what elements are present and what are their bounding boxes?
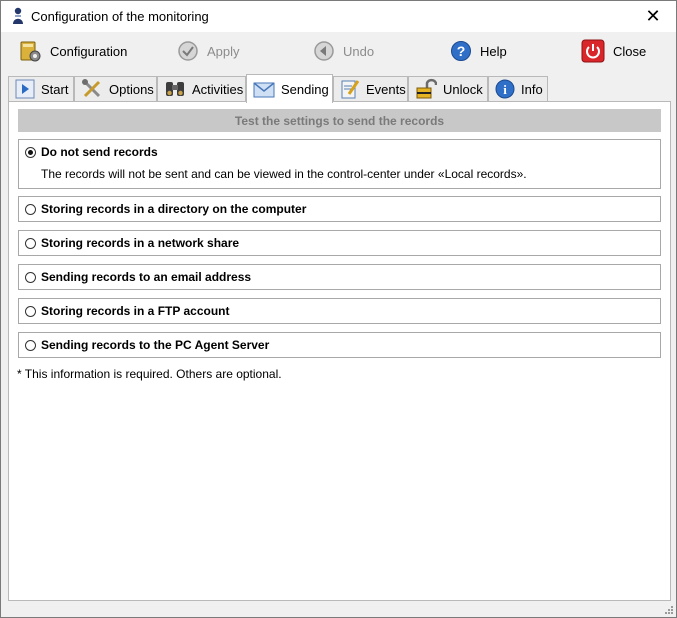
configuration-label: Configuration — [50, 43, 128, 59]
sending-panel: Test the settings to send the records Do… — [8, 101, 671, 601]
option-label: Sending records to an email address — [41, 270, 252, 284]
option-label: Storing records in a FTP account — [41, 304, 230, 318]
toolbar: Configuration Apply Undo ? Help Close — [1, 32, 676, 72]
tab-unlock-label: Unlock — [443, 81, 483, 97]
info-icon: i — [495, 79, 515, 99]
tab-start-label: Start — [41, 81, 69, 97]
radio-pc-agent-server[interactable] — [25, 340, 36, 351]
configuration-icon — [20, 41, 41, 62]
option-description: The records will not be sent and can be … — [41, 167, 527, 181]
help-icon: ? — [451, 41, 471, 61]
tab-info[interactable]: i Info — [488, 76, 548, 101]
option-label: Storing records in a directory on the co… — [41, 202, 307, 216]
close-label: Close — [613, 43, 647, 59]
option-label: Do not send records — [41, 145, 158, 159]
tab-options[interactable]: Options — [74, 76, 157, 101]
radio-ftp[interactable] — [25, 306, 36, 317]
help-button[interactable]: ? Help — [450, 37, 507, 65]
tab-start[interactable]: Start — [8, 76, 74, 101]
radio-email[interactable] — [25, 272, 36, 283]
agent-app-icon — [13, 7, 23, 24]
required-note: * This information is required. Others a… — [17, 367, 282, 381]
help-label: Help — [480, 43, 507, 59]
tab-sending[interactable]: Sending — [246, 74, 333, 103]
option-pc-agent-server[interactable]: Sending records to the PC Agent Server — [18, 332, 661, 358]
tab-unlock[interactable]: Unlock — [408, 76, 488, 101]
tab-events-label: Events — [366, 81, 406, 97]
option-network-share[interactable]: Storing records in a network share — [18, 230, 661, 256]
apply-button[interactable]: Apply — [177, 37, 240, 65]
window-title: Configuration of the monitoring — [31, 9, 209, 24]
option-email[interactable]: Sending records to an email address — [18, 264, 661, 290]
window-close-button[interactable]: ✕ — [630, 1, 676, 32]
option-store-directory[interactable]: Storing records in a directory on the co… — [18, 196, 661, 222]
svg-text:i: i — [503, 82, 507, 97]
tools-icon — [82, 79, 101, 98]
radio-store-directory[interactable] — [25, 204, 36, 215]
power-icon — [581, 39, 605, 63]
close-button[interactable]: Close — [581, 37, 646, 65]
option-ftp[interactable]: Storing records in a FTP account — [18, 298, 661, 324]
tab-strip: Start Options Activities Sending Events … — [8, 74, 676, 103]
option-label: Sending records to the PC Agent Server — [41, 338, 270, 352]
option-label: Storing records in a network share — [41, 236, 240, 250]
tab-options-label: Options — [109, 81, 154, 97]
tab-events[interactable]: Events — [333, 76, 408, 101]
configuration-button[interactable]: Configuration — [18, 37, 127, 65]
svg-text:?: ? — [457, 43, 466, 59]
padlock-icon — [416, 78, 437, 99]
test-settings-button[interactable]: Test the settings to send the records — [18, 109, 661, 132]
resize-grip-icon[interactable] — [664, 605, 674, 615]
tab-activities-label: Activities — [192, 81, 244, 97]
notepad-icon — [341, 80, 360, 99]
undo-label: Undo — [343, 43, 375, 59]
tab-info-label: Info — [521, 81, 543, 97]
radio-do-not-send[interactable] — [25, 147, 36, 158]
configuration-window: Configuration of the monitoring ✕ Config… — [0, 0, 677, 618]
title-bar: Configuration of the monitoring ✕ — [1, 1, 676, 32]
apply-icon — [178, 41, 198, 61]
tab-activities[interactable]: Activities — [157, 76, 246, 101]
option-do-not-send[interactable]: Do not send records The records will not… — [18, 139, 661, 189]
apply-label: Apply — [207, 43, 240, 59]
undo-button[interactable]: Undo — [313, 37, 374, 65]
binoculars-icon — [166, 82, 184, 96]
play-icon — [15, 79, 35, 99]
undo-icon — [314, 41, 334, 61]
radio-network-share[interactable] — [25, 238, 36, 249]
envelope-icon — [253, 82, 275, 98]
tab-sending-label: Sending — [281, 81, 329, 97]
